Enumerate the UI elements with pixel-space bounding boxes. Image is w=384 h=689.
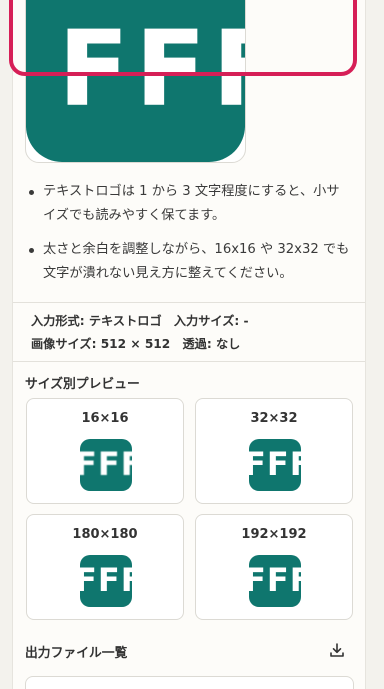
download-icon: [330, 643, 344, 657]
meta-line-input: 入力形式: テキストロゴ 入力サイズ: -: [31, 314, 249, 328]
thumbnail-letters: FFF: [249, 445, 301, 483]
divider: [13, 302, 365, 303]
size-card-192: 192×192 FFF: [195, 514, 353, 620]
size-label: 180×180: [72, 527, 138, 542]
divider: [13, 361, 365, 362]
icon-thumbnail: FFF: [249, 439, 301, 491]
size-label: 16×16: [81, 411, 129, 426]
download-button[interactable]: [327, 640, 347, 660]
icon-thumbnail: FFF: [249, 555, 301, 607]
tip-item: テキストロゴは 1 から 3 文字程度にすると、小サイズでも読みやすく保てます。: [27, 180, 352, 228]
size-label: 32×32: [250, 411, 298, 426]
thumbnail-letters: FFF: [80, 445, 132, 483]
meta-line-image: 画像サイズ: 512 × 512 透過: なし: [31, 337, 241, 351]
tips-list: テキストロゴは 1 から 3 文字程度にすると、小サイズでも読みやすく保てます。…: [27, 180, 352, 296]
size-card-16: 16×16 FFF: [26, 398, 184, 504]
thumbnail-letters: FFF: [80, 561, 132, 599]
preview-panel: FFF テキストロゴは 1 から 3 文字程度にすると、小サイズでも読みやすく保…: [12, 0, 366, 689]
icon-thumbnail: FFF: [80, 555, 132, 607]
highlight-frame: [9, 0, 357, 76]
output-files-title: 出力ファイル一覧: [25, 646, 128, 661]
output-file-list: [25, 676, 354, 689]
thumbnail-letters: FFF: [249, 561, 301, 599]
size-label: 192×192: [241, 527, 307, 542]
icon-thumbnail: FFF: [80, 439, 132, 491]
size-card-32: 32×32 FFF: [195, 398, 353, 504]
size-card-180: 180×180 FFF: [26, 514, 184, 620]
size-preview-title: サイズ別プレビュー: [25, 377, 140, 392]
tip-item: 太さと余白を調整しながら、16x16 や 32x32 でも文字が潰れない見え方に…: [27, 238, 352, 286]
